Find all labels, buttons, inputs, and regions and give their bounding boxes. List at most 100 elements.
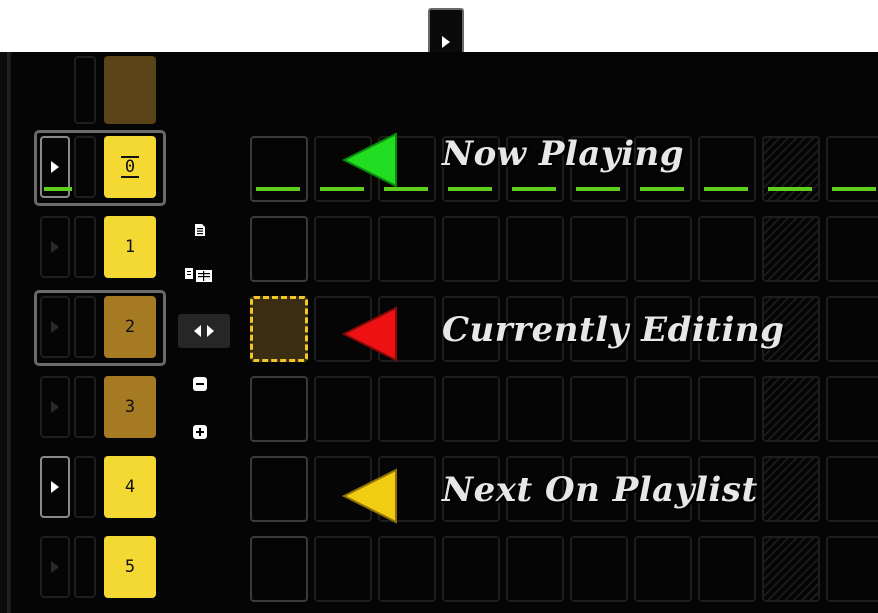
play-triangle-icon [442, 36, 450, 48]
add-scene-button[interactable] [190, 422, 210, 442]
clip-slot[interactable] [570, 536, 628, 602]
clip-slot[interactable] [442, 216, 500, 282]
scene-row: 4 [34, 450, 166, 526]
clip-slot[interactable] [762, 376, 820, 442]
clip-slot[interactable] [442, 536, 500, 602]
play-triangle-icon [51, 561, 59, 573]
mute-cell[interactable] [74, 56, 96, 124]
clip-slot[interactable] [378, 376, 436, 442]
scene-number-button[interactable]: 2 [104, 296, 156, 358]
panel-toggle-button[interactable] [428, 8, 464, 54]
clip-slot[interactable] [314, 216, 372, 282]
playhead-marker [44, 187, 72, 191]
scene-header-cell[interactable] [104, 56, 156, 124]
scene-number-button[interactable]: 0 [104, 136, 156, 198]
play-triangle-icon [51, 321, 59, 333]
clip-slot[interactable] [250, 456, 308, 522]
scene-number-button[interactable]: 1 [104, 216, 156, 278]
clip-slot[interactable] [826, 136, 878, 202]
now-playing-label: Now Playing [442, 134, 685, 174]
clip-slot[interactable] [698, 376, 756, 442]
scene-number-label: 4 [124, 477, 136, 497]
clip-slot[interactable] [378, 536, 436, 602]
scene-mute-cell[interactable] [74, 216, 96, 278]
scene-number-label: 3 [124, 397, 136, 417]
scene-mute-cell[interactable] [74, 136, 96, 198]
clip-slot[interactable] [250, 376, 308, 442]
clip-slot[interactable] [570, 216, 628, 282]
left-rail [0, 52, 9, 613]
scene-number-button[interactable]: 5 [104, 536, 156, 598]
play-triangle-icon [51, 161, 59, 173]
scene-play-button[interactable] [40, 536, 70, 598]
scene-row: 0 [34, 130, 166, 206]
clip-slot[interactable] [250, 136, 308, 202]
scene-number-button[interactable]: 4 [104, 456, 156, 518]
plus-icon [193, 425, 207, 439]
scene-mute-cell[interactable] [74, 536, 96, 598]
scene-play-button[interactable] [40, 216, 70, 278]
currently-editing-arrow-icon [341, 306, 397, 362]
clip-slot[interactable] [762, 136, 820, 202]
left-rail-divider [9, 52, 11, 613]
clip-slot[interactable] [826, 216, 878, 282]
clip-slot[interactable] [250, 216, 308, 282]
next-on-playlist-label: Next On Playlist [442, 470, 758, 510]
clip-slot[interactable] [378, 216, 436, 282]
minus-icon [193, 377, 207, 391]
swap-scene-button[interactable] [178, 314, 230, 348]
copy-scene-button[interactable] [190, 220, 210, 240]
scene-play-button[interactable] [40, 296, 70, 358]
clip-slot[interactable] [634, 216, 692, 282]
play-triangle-icon [51, 241, 59, 253]
scene-number-button[interactable]: 3 [104, 376, 156, 438]
play-triangle-icon [51, 401, 59, 413]
clip-slot[interactable] [634, 376, 692, 442]
scene-row-header [34, 52, 166, 126]
scene-mute-cell[interactable] [74, 296, 96, 358]
remove-scene-button[interactable] [190, 374, 210, 394]
clip-slot[interactable] [314, 376, 372, 442]
clip-slot[interactable] [570, 376, 628, 442]
scene-row: 1 [34, 210, 166, 286]
play-triangle-icon [51, 481, 59, 493]
scene-number-label: 0 [120, 156, 140, 178]
scene-mute-cell[interactable] [74, 376, 96, 438]
now-playing-arrow-icon [341, 132, 397, 188]
clip-slot[interactable] [698, 216, 756, 282]
scene-mute-cell[interactable] [74, 456, 96, 518]
scene-launcher-app: 0 1 2 3 4 5 Now Playing Currently Editin… [0, 0, 878, 613]
left-right-arrows-icon [194, 325, 214, 337]
clip-slot[interactable] [826, 536, 878, 602]
clip-slot[interactable] [506, 536, 564, 602]
clip-slot[interactable] [506, 376, 564, 442]
clip-slot[interactable] [698, 536, 756, 602]
clip-slot[interactable] [634, 536, 692, 602]
clip-slot[interactable] [250, 536, 308, 602]
scene-number-label: 2 [124, 317, 136, 337]
clip-slot[interactable] [762, 216, 820, 282]
currently-editing-label: Currently Editing [442, 310, 785, 350]
clip-slot[interactable] [762, 456, 820, 522]
multi-document-icon [185, 268, 212, 282]
clip-slot[interactable] [826, 376, 878, 442]
scene-row: 5 [34, 530, 166, 606]
clip-slot[interactable] [826, 456, 878, 522]
clip-slot[interactable] [698, 136, 756, 202]
scene-number-label: 1 [124, 237, 136, 257]
clip-slot[interactable] [826, 296, 878, 362]
next-on-playlist-arrow-icon [341, 468, 397, 524]
scene-row: 2 [34, 290, 166, 366]
clip-slot[interactable] [442, 376, 500, 442]
scene-play-button[interactable] [40, 376, 70, 438]
scene-play-button[interactable] [40, 456, 70, 518]
scene-row: 3 [34, 370, 166, 446]
editing-clip-slot[interactable] [250, 296, 308, 362]
scene-panel: 0 1 2 3 4 5 Now Playing Currently Editin… [0, 52, 878, 613]
document-icon [195, 224, 205, 236]
copy-all-scenes-button[interactable] [182, 264, 216, 286]
clip-slot[interactable] [314, 536, 372, 602]
clip-slot[interactable] [506, 216, 564, 282]
scene-number-label: 5 [124, 557, 136, 577]
clip-slot[interactable] [762, 536, 820, 602]
